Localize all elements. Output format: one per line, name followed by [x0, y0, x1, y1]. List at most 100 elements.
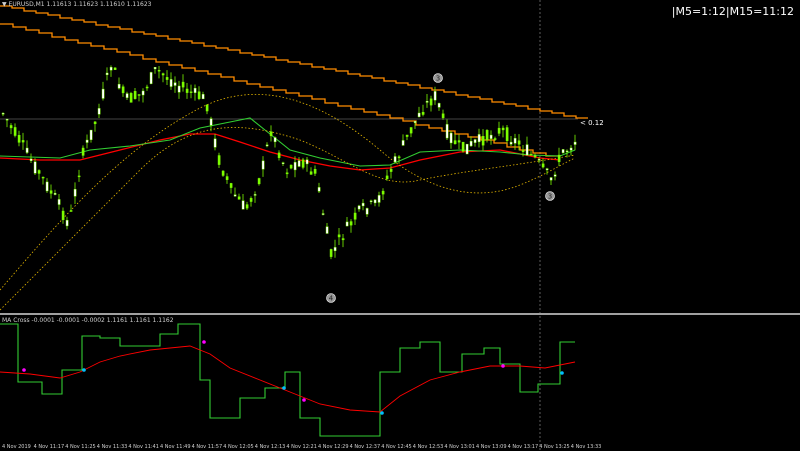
candle-body — [241, 200, 245, 210]
candle-body — [77, 175, 81, 178]
candle-body — [181, 81, 185, 88]
candle-body — [193, 88, 197, 93]
candle-body — [301, 159, 305, 168]
candle-body — [377, 195, 381, 203]
time-axis-label: 4 Nov 12:05 — [223, 444, 254, 450]
candle-body — [409, 127, 413, 134]
indicator-slow-line — [0, 345, 576, 413]
candle-body — [269, 131, 273, 137]
candle-body — [453, 140, 457, 145]
candle-body — [45, 181, 49, 192]
candle-body — [9, 125, 13, 129]
candle-body — [533, 155, 537, 158]
candle-body — [97, 108, 101, 115]
candle-body — [273, 137, 277, 143]
candle-body — [553, 174, 557, 177]
cross-signal-dot — [282, 386, 286, 390]
dropdown-icon[interactable]: ▼ — [2, 1, 7, 8]
candle-body — [237, 196, 241, 200]
candle-body — [125, 93, 129, 98]
candle-body — [165, 77, 169, 80]
candle-body — [385, 175, 389, 180]
candle-body — [513, 138, 517, 144]
candle-body — [505, 127, 509, 141]
candle-body — [449, 132, 453, 144]
candle-body — [337, 234, 341, 238]
candle-body — [177, 85, 181, 93]
candle-body — [417, 112, 421, 118]
candle-body — [557, 154, 561, 163]
time-axis-label: 4 Nov 12:21 — [286, 444, 317, 450]
candle-body — [297, 160, 301, 167]
candle-body — [121, 86, 125, 94]
time-axis-label: 4 Nov 11:25 — [65, 444, 96, 450]
candle-body — [561, 149, 565, 153]
candle-body — [101, 88, 105, 99]
candle-body — [265, 144, 269, 147]
candle-body — [313, 168, 317, 174]
candle-body — [393, 156, 397, 163]
candle-body — [509, 141, 513, 145]
candle-body — [113, 67, 117, 70]
candle-body — [41, 176, 45, 179]
candle-body — [61, 210, 65, 221]
candle-body — [149, 72, 153, 84]
candle-body — [293, 162, 297, 171]
candle-body — [33, 161, 37, 174]
time-axis-label: 4 Nov 12:45 — [381, 444, 412, 450]
candle-body — [349, 221, 353, 226]
candle-body — [529, 153, 533, 156]
time-axis-label: 4 Nov 13:01 — [444, 444, 475, 450]
candle-body — [153, 67, 157, 70]
candle-body — [93, 121, 97, 125]
candle-body — [145, 86, 149, 89]
time-axis-label: 4 Nov 12:29 — [318, 444, 349, 450]
candle-body — [329, 249, 333, 257]
candle-body — [133, 91, 137, 99]
candle-body — [137, 94, 141, 96]
signal-marker-label: 3 — [548, 193, 552, 201]
candle-body — [225, 176, 229, 180]
candle-body — [573, 141, 577, 145]
candle-body — [189, 91, 193, 93]
candle-body — [421, 111, 425, 115]
candle-body — [361, 202, 365, 207]
candle-body — [73, 189, 77, 197]
candle-body — [129, 93, 133, 103]
time-axis-label: 4 Nov 13:17 — [507, 444, 539, 450]
candle-body — [249, 198, 253, 202]
candle-body — [117, 83, 121, 89]
cross-signal-dot — [22, 368, 26, 372]
candle-body — [353, 212, 357, 220]
candle-body — [381, 190, 385, 195]
candle-body — [201, 94, 205, 100]
candle-body — [497, 127, 501, 134]
candle-body — [257, 178, 261, 185]
candle-body — [1, 112, 5, 115]
candle-body — [473, 139, 477, 143]
candle-body — [169, 79, 173, 87]
price-chart[interactable]: 3 4 3 — [0, 0, 800, 451]
candle-body — [289, 164, 293, 169]
candle-body — [65, 220, 69, 227]
candle-body — [549, 177, 553, 181]
time-axis-label: 4 Nov 13:09 — [476, 444, 507, 450]
symbol-info: ▼ EURUSD,M1 1.11613 1.11623 1.11610 1.11… — [2, 1, 152, 8]
candle-body — [489, 134, 493, 139]
time-axis-label: 4 Nov 12:37 — [349, 444, 381, 450]
candle-body — [317, 187, 321, 192]
upper-ma-line — [0, 5, 588, 119]
candle-body — [405, 134, 409, 137]
candle-body — [229, 183, 233, 188]
candle-body — [541, 163, 545, 168]
candle-body — [437, 103, 441, 108]
candle-body — [517, 140, 521, 145]
time-axis-label: 4 Nov 13:25 — [539, 444, 570, 450]
candle-body — [253, 194, 257, 196]
candle-body — [85, 139, 89, 143]
candle-body — [465, 143, 469, 155]
candle-body — [25, 147, 29, 153]
cross-signal-dot — [302, 398, 306, 402]
chart-window[interactable]: 3 4 3 ▼ EURUSD,M1 1.11613 1.11623 1.11610 … — [0, 0, 800, 451]
candle-body — [401, 140, 405, 146]
